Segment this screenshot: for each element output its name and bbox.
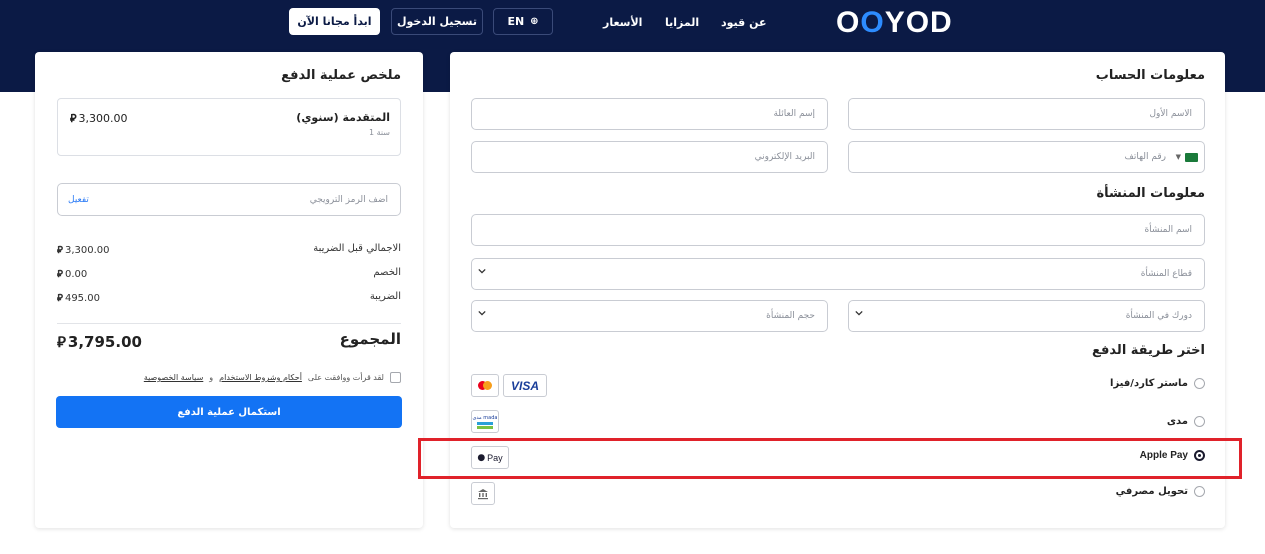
start-free-button[interactable]: ابدأ مجانا الآن [289, 8, 380, 35]
sar-currency-icon: ⃁ [57, 293, 63, 304]
payment-option-mada[interactable]: مدى [1167, 416, 1205, 427]
first-name-placeholder: الاسم الأول [1149, 109, 1192, 119]
payment-option-mada-label: مدى [1166, 416, 1188, 427]
first-name-field[interactable]: الاسم الأول [848, 98, 1205, 130]
payment-option-bank[interactable]: تحويل مصرفي [1116, 486, 1205, 497]
phone-placeholder: رقم الهاتف [1124, 152, 1166, 162]
org-sector-select[interactable]: قطاع المنشأة [471, 258, 1205, 290]
mada-icon: مدى mada [471, 410, 499, 433]
subtotal-value: ⃁ 3,300.00 [57, 245, 110, 256]
summary-divider [57, 323, 401, 324]
tax-value: ⃁ 495.00 [57, 293, 100, 304]
sar-currency-icon: ⃁ [57, 245, 63, 256]
org-size-placeholder: حجم المنشأة [766, 311, 815, 321]
complete-payment-button[interactable]: استكمال عملية الدفع [56, 396, 402, 428]
plan-name: المتقدمة (سنوي) [296, 111, 390, 124]
plan-box: المتقدمة (سنوي) 1 سنة ⃁ 3,300.00 [57, 98, 401, 156]
mada-logo-text: مدى mada [472, 414, 498, 421]
last-name-field[interactable]: إسم العائلة [471, 98, 828, 130]
phone-field[interactable]: ▼ رقم الهاتف [848, 141, 1205, 173]
visa-icon: VISA [503, 374, 547, 397]
radio-mada[interactable] [1194, 416, 1205, 427]
radio-bank[interactable] [1194, 486, 1205, 497]
total-value: ⃁ 3,795.00 [57, 333, 142, 351]
visa-logo-text: VISA [510, 378, 539, 393]
qoyod-logo[interactable]: OOYOD [836, 6, 953, 40]
sar-currency-icon: ⃁ [70, 112, 77, 125]
tax-label: الضريبة [369, 291, 401, 302]
nav-about[interactable]: عن قيود [721, 16, 766, 29]
promo-code-field[interactable]: اضف الرمز الترويجي تفعيل [57, 183, 401, 216]
terms-link[interactable]: أحكام وشروط الاستخدام [219, 373, 302, 382]
plan-price: ⃁ 3,300.00 [70, 112, 128, 125]
login-button[interactable]: تسجيل الدخول [391, 8, 483, 35]
payment-option-bank-label: تحويل مصرفي [1115, 486, 1188, 497]
nav-pricing[interactable]: الأسعار [603, 16, 642, 29]
nav-features[interactable]: المزايا [665, 16, 699, 29]
payment-option-card[interactable]: ماستر كارد/فيزا [1110, 378, 1205, 389]
radio-card[interactable] [1194, 378, 1205, 389]
sar-currency-icon: ⃁ [57, 269, 63, 280]
payment-option-card-label: ماستر كارد/فيزا [1110, 378, 1188, 389]
account-info-title: معلومات الحساب [1095, 68, 1205, 83]
plan-duration: 1 سنة [368, 128, 390, 137]
discount-label: الخصم [373, 267, 401, 278]
discount-value: ⃁ 0.00 [57, 269, 88, 280]
org-sector-placeholder: قطاع المنشأة [1140, 269, 1192, 279]
org-name-placeholder: اسم المنشأة [1144, 225, 1192, 235]
promo-code-placeholder: اضف الرمز الترويجي [309, 195, 388, 205]
total-label: المجموع [339, 330, 401, 348]
language-button[interactable]: EN ⊕ [493, 8, 553, 35]
summary-title: ملخص عملية الدفع [281, 68, 401, 83]
org-role-select[interactable]: دورك في المنشأة [848, 300, 1205, 332]
apply-promo-button[interactable]: تفعيل [68, 195, 89, 205]
email-field[interactable]: البريد الإلكتروني [471, 141, 828, 173]
privacy-link[interactable]: سياسة الخصوصية [144, 373, 203, 382]
org-role-placeholder: دورك في المنشأة [1125, 311, 1192, 321]
language-label: EN [507, 15, 525, 28]
subtotal-label: الاجمالي قبل الضريبة [313, 243, 401, 254]
chevron-down-icon [478, 310, 486, 316]
org-size-select[interactable]: حجم المنشأة [471, 300, 828, 332]
email-placeholder: البريد الإلكتروني [754, 152, 815, 162]
saudi-flag-icon[interactable] [1185, 153, 1198, 162]
terms-prefix: لقد قرأت ووافقت على [307, 373, 384, 382]
sar-currency-icon: ⃁ [57, 333, 66, 351]
caret-down-icon[interactable]: ▼ [1176, 153, 1181, 161]
chevron-down-icon [478, 268, 486, 274]
terms-agreement: لقد قرأت ووافقت على أحكام وشروط الاستخدا… [144, 372, 401, 383]
org-info-title: معلومات المنشأة [1096, 186, 1205, 201]
bank-icon [471, 482, 495, 505]
org-name-field[interactable]: اسم المنشأة [471, 214, 1205, 246]
mastercard-icon [471, 374, 499, 397]
chevron-down-icon [855, 310, 863, 316]
terms-and: و [209, 373, 214, 382]
last-name-placeholder: إسم العائلة [773, 109, 815, 119]
globe-icon: ⊕ [530, 16, 539, 27]
payment-summary-card: ملخص عملية الدفع المتقدمة (سنوي) 1 سنة ⃁… [35, 52, 423, 528]
terms-checkbox[interactable] [390, 372, 401, 383]
payment-method-title: اختر طريقة الدفع [1092, 343, 1205, 358]
applepay-highlight-box [418, 438, 1242, 479]
